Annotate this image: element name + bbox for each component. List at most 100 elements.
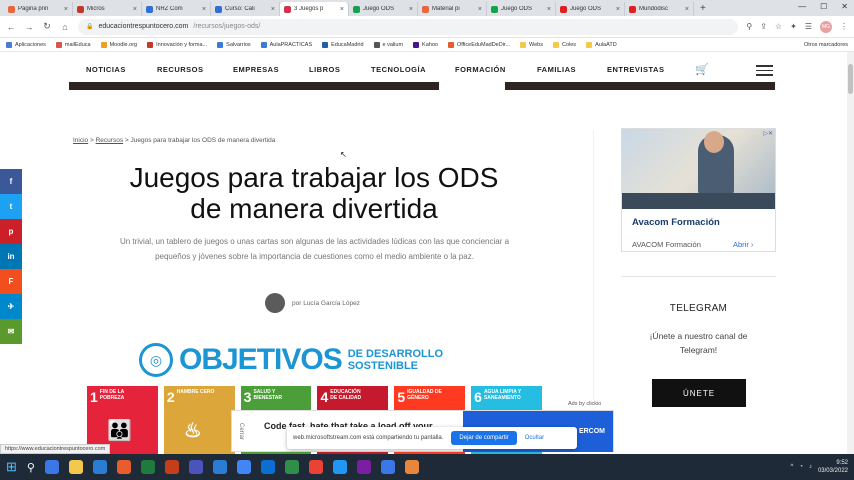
ad-close-button[interactable]: Cerrar — [238, 423, 244, 440]
nav-item[interactable]: TECNOLOGÍA — [371, 65, 426, 74]
tab-close-icon[interactable]: × — [340, 6, 344, 13]
nav-item[interactable]: NOTICIAS — [86, 65, 126, 74]
reading-list-icon[interactable]: ☰ — [805, 22, 812, 31]
cart-icon[interactable]: 🛒 — [695, 63, 709, 76]
tab-close-icon[interactable]: × — [202, 6, 206, 13]
new-tab-button[interactable]: + — [700, 3, 706, 14]
bookmark-item[interactable]: Moodle.org — [100, 41, 137, 48]
nav-item[interactable]: ENTREVISTAS — [607, 65, 664, 74]
close-icon[interactable]: ✕ — [841, 2, 848, 11]
tab-close-icon[interactable]: × — [409, 6, 413, 13]
bookmark-item[interactable]: AulaPRACTICAS — [260, 41, 312, 48]
home-icon[interactable]: ⌂ — [60, 22, 70, 32]
browser-tab[interactable]: NRZ Com × — [142, 2, 211, 16]
nav-item[interactable]: EMPRESAS — [233, 65, 279, 74]
share-button-icon[interactable]: ✉ — [0, 319, 22, 344]
taskbar-app-icon[interactable] — [140, 460, 155, 474]
clock[interactable]: 9:52 03/03/2022 — [818, 459, 848, 475]
tab-close-icon[interactable]: × — [685, 6, 689, 13]
tab-close-icon[interactable]: × — [271, 6, 275, 13]
url-input[interactable]: 🔒 educaciontrespuntocero.com/recursos/ju… — [78, 18, 739, 35]
tab-close-icon[interactable]: × — [478, 6, 482, 13]
stop-sharing-button[interactable]: Dejar de compartir — [451, 431, 517, 445]
taskbar-app-icon[interactable] — [44, 460, 59, 474]
browser-tab[interactable]: Micros × — [73, 2, 142, 16]
share-button-icon[interactable]: t — [0, 194, 22, 219]
bookmark-item[interactable]: Coles — [553, 41, 576, 48]
bookmark-item[interactable]: e valium — [373, 41, 403, 48]
breadcrumb-section-link[interactable]: Recursos — [96, 137, 123, 144]
bookmark-item[interactable]: Aplicaciones — [6, 41, 46, 48]
taskbar-app-icon[interactable] — [212, 460, 227, 474]
zoom-icon[interactable]: ⚲ — [746, 22, 752, 31]
bookmark-item[interactable]: Innovación y forma... — [147, 41, 207, 48]
forward-icon[interactable]: → — [24, 22, 34, 32]
ad-choices-icon[interactable]: ▷✕ — [763, 130, 773, 137]
extensions-icon[interactable]: ✦ — [790, 22, 797, 31]
breadcrumb-home-link[interactable]: Inicio — [73, 137, 88, 144]
nav-item[interactable]: FORMACIÓN — [455, 65, 506, 74]
profile-avatar[interactable]: MG — [820, 20, 832, 33]
browser-tab[interactable]: Página prin × — [4, 2, 73, 16]
other-bookmarks[interactable]: Otros marcadores — [804, 42, 848, 48]
browser-tab[interactable]: Curso: Cali × — [211, 2, 280, 16]
browser-tab[interactable]: 3 Juegos p × — [280, 2, 349, 16]
browser-tab[interactable]: Juego ODS × — [349, 2, 418, 16]
bookmark-item[interactable]: AulaATD — [586, 41, 617, 48]
taskbar-app-icon[interactable] — [164, 460, 179, 474]
taskbar-app-icon[interactable] — [236, 460, 251, 474]
maximize-icon[interactable]: ☐ — [820, 2, 827, 11]
bookmark-item[interactable]: Kahoo — [413, 41, 438, 48]
taskbar-app-icon[interactable] — [308, 460, 323, 474]
share-button-icon[interactable]: ✈ — [0, 294, 22, 319]
taskbar-app-icon[interactable] — [356, 460, 371, 474]
reload-icon[interactable]: ↻ — [42, 21, 52, 32]
telegram-join-button[interactable]: ÚNETE — [652, 379, 746, 407]
bookmark-item[interactable]: Webs — [520, 41, 543, 48]
ad-open-button[interactable]: Abrir › — [733, 240, 753, 249]
taskbar-app-icon[interactable] — [380, 460, 395, 474]
tab-close-icon[interactable]: × — [133, 6, 137, 13]
taskbar-app-icon[interactable] — [404, 460, 419, 474]
author-name[interactable]: por Lucía García López — [292, 300, 360, 307]
sidebar-ad[interactable]: ▷✕ Avacom Formación AVACOM Formación Abr… — [621, 128, 776, 252]
bookmark-item[interactable]: mailEduca — [55, 41, 91, 48]
tab-close-icon[interactable]: × — [616, 6, 620, 13]
share-icon[interactable]: ⇪ — [760, 22, 767, 31]
search-icon[interactable]: ⚲ — [27, 461, 35, 474]
menu-icon[interactable]: ⋮ — [840, 22, 848, 31]
taskbar-app-icon[interactable] — [92, 460, 107, 474]
start-menu-icon[interactable]: ⊞ — [6, 459, 17, 475]
hide-button[interactable]: Ocultar — [525, 435, 544, 441]
minimize-icon[interactable]: — — [798, 2, 806, 11]
tab-close-icon[interactable]: × — [64, 6, 68, 13]
taskbar-app-icon[interactable] — [188, 460, 203, 474]
bookmark-item[interactable]: OfficeEduMadDeDir... — [447, 41, 510, 48]
browser-tab[interactable]: Material pi × — [418, 2, 487, 16]
share-button-icon[interactable]: in — [0, 244, 22, 269]
share-button-icon[interactable]: F — [0, 269, 22, 294]
nav-item[interactable]: FAMILIAS — [537, 65, 576, 74]
share-button-icon[interactable]: p — [0, 219, 22, 244]
bookmark-item[interactable]: EducaMadrid — [322, 41, 364, 48]
nav-item[interactable]: LIBROS — [309, 65, 340, 74]
taskbar-app-icon[interactable] — [68, 460, 83, 474]
browser-tab[interactable]: Juego ODS × — [556, 2, 625, 16]
taskbar-app-icon[interactable] — [260, 460, 275, 474]
wifi-icon[interactable]: ◔ — [799, 464, 803, 470]
browser-tab[interactable]: Mundodisc × — [625, 2, 694, 16]
chevron-up-icon[interactable]: ^ — [791, 464, 794, 470]
nav-item[interactable]: RECURSOS — [157, 65, 204, 74]
taskbar-app-icon[interactable] — [116, 460, 131, 474]
taskbar-app-icon[interactable] — [284, 460, 299, 474]
share-button-icon[interactable]: f — [0, 169, 22, 194]
volume-icon[interactable]: ♪ — [809, 464, 812, 470]
bookmark-item[interactable]: Salvarrios — [217, 41, 251, 48]
back-icon[interactable]: ← — [6, 22, 16, 32]
hamburger-menu-icon[interactable] — [756, 65, 773, 79]
page-scrollbar[interactable] — [847, 52, 854, 454]
browser-tab[interactable]: Juego ODS × — [487, 2, 556, 16]
taskbar-app-icon[interactable] — [332, 460, 347, 474]
star-icon[interactable]: ☆ — [775, 22, 782, 31]
tab-close-icon[interactable]: × — [547, 6, 551, 13]
